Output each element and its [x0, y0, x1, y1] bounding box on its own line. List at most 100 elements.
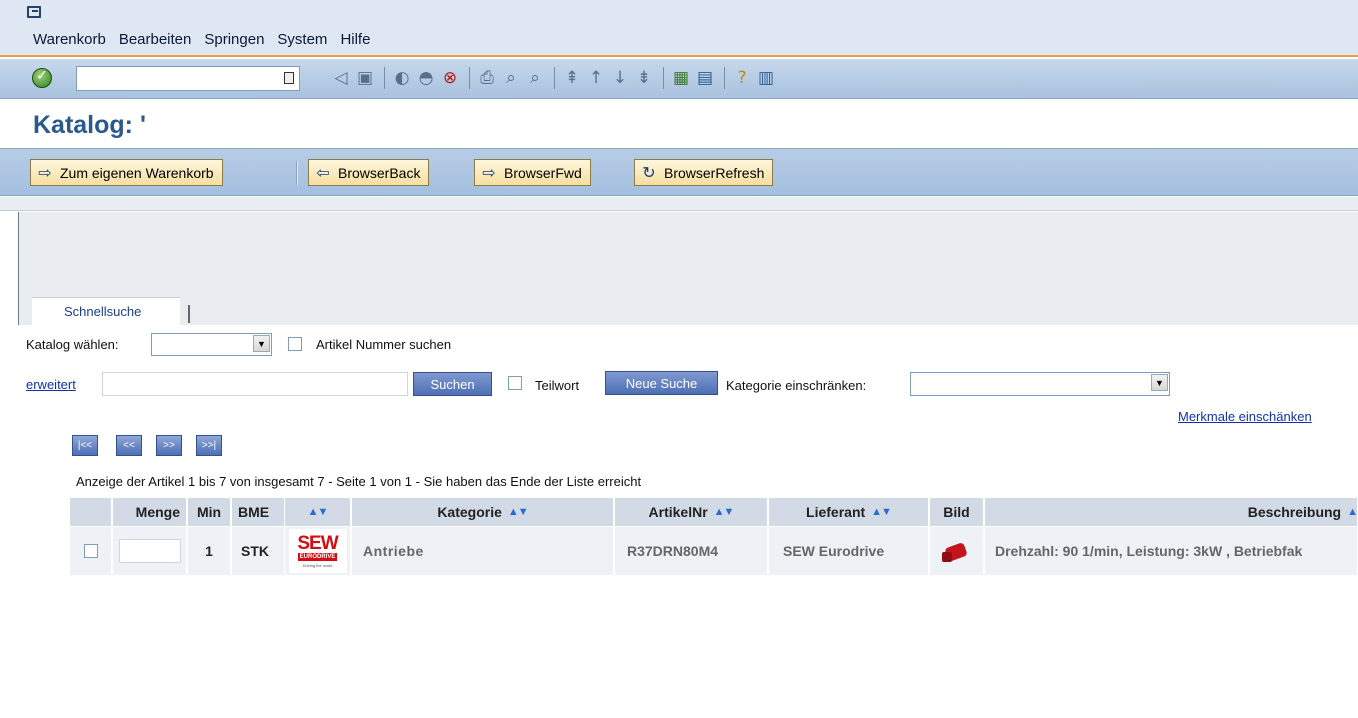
next-page-button[interactable]: >> [156, 435, 182, 456]
catalog-select-label: Katalog wählen: [26, 337, 119, 352]
category-select[interactable]: ▼ [910, 372, 1170, 396]
extended-search-link[interactable]: erweitert [26, 377, 76, 392]
logo-cell: SEW EURODRIVE Driving the world [285, 527, 351, 575]
collapse-arrow-icon[interactable]: ◁ [330, 67, 352, 89]
catalog-select[interactable]: ▼ [151, 333, 272, 356]
new-session-icon[interactable]: ▦ [670, 67, 692, 89]
application-toolbar: ⇨ Zum eigenen Warenkorb ⇦ BrowserBack ⇨ … [0, 148, 1358, 196]
header-beschreibung-label: Beschreibung [1247, 504, 1342, 520]
tab-quick-search-label: Schnellsuche [64, 304, 142, 319]
menu-items: Warenkorb Bearbeiten Springen System Hil… [33, 31, 383, 48]
back-icon[interactable]: ◐ [391, 67, 413, 89]
gear-motor-image[interactable] [941, 538, 972, 564]
header-beschreibung[interactable]: Beschreibung ▲ [985, 498, 1358, 526]
sort-arrows-icon[interactable]: ▲▼ [308, 506, 329, 518]
header-artikelnr-label: ArtikelNr [648, 504, 708, 520]
help-icon[interactable]: ? [731, 67, 753, 89]
header-bme[interactable]: BME [232, 498, 285, 526]
kategorie-cell[interactable]: Antriebe [352, 527, 614, 575]
browser-forward-button[interactable]: ⇨ BrowserFwd [474, 159, 591, 186]
artikelnr-cell[interactable]: R37DRN80M4 [615, 527, 768, 575]
last-page-button[interactable]: >>| [196, 435, 222, 456]
previous-page-button[interactable]: << [116, 435, 142, 456]
beschreibung-cell: Drehzahl: 90 1/min, Leistung: 3kW , Betr… [985, 527, 1358, 575]
title-bar: Katalog: ' [0, 100, 1358, 147]
to-own-cart-label: Zum eigenen Warenkorb [60, 164, 214, 181]
header-menge[interactable]: Menge [113, 498, 187, 526]
header-lieferant[interactable]: Lieferant ▲▼ [769, 498, 929, 526]
find-next-icon[interactable]: ⌕ [524, 67, 546, 89]
quantity-input[interactable] [118, 539, 181, 563]
menu-bearbeiten[interactable]: Bearbeiten [119, 31, 192, 48]
standard-toolbar: ◁ ▣ ◐ ◓ ⊗ ⎙ ⌕ ⌕ ⇞ ↑ ↓ ⇟ ▦ ▤ ? ▥ [0, 59, 1358, 99]
menu-springen[interactable]: Springen [204, 31, 264, 48]
category-restrict-label: Kategorie einschränken: [726, 378, 867, 393]
bme-cell: STK [232, 527, 285, 575]
article-number-checkbox[interactable] [288, 337, 302, 351]
header-kategorie[interactable]: Kategorie ▲▼ [352, 498, 614, 526]
save-icon[interactable]: ▣ [354, 67, 376, 89]
restrict-features-link[interactable]: Merkmale einschänken [1178, 409, 1312, 424]
page-title: Katalog: ' [33, 111, 146, 139]
cart-transfer-icon: ⇨ [38, 163, 52, 182]
arrow-left-icon: ⇦ [316, 163, 330, 182]
last-page-icon[interactable]: ⇟ [633, 67, 655, 89]
logo-subtext: EURODRIVE [297, 552, 338, 561]
new-search-button[interactable]: Neue Suche [605, 371, 718, 395]
enter-check-icon[interactable] [32, 68, 52, 88]
header-artikelnr[interactable]: ArtikelNr ▲▼ [615, 498, 768, 526]
partial-word-label: Teilwort [535, 378, 580, 393]
partial-word-checkbox[interactable] [508, 376, 522, 390]
search-input[interactable] [102, 372, 408, 396]
menu-system[interactable]: System [277, 31, 327, 48]
header-min[interactable]: Min [188, 498, 231, 526]
shortcut-icon[interactable]: ▤ [694, 67, 716, 89]
dropdown-arrow-icon[interactable]: ▼ [1151, 374, 1168, 391]
to-own-cart-button[interactable]: ⇨ Zum eigenen Warenkorb [30, 159, 223, 186]
sew-eurodrive-logo: SEW EURODRIVE Driving the world [288, 529, 347, 573]
exit-icon[interactable]: ◓ [415, 67, 437, 89]
refresh-icon: ↻ [642, 163, 656, 182]
browser-refresh-label: BrowserRefresh [664, 164, 765, 181]
sort-arrows-icon[interactable]: ▲▼ [508, 506, 529, 518]
min-cell: 1 [188, 527, 231, 575]
previous-page-icon[interactable]: ↑ [585, 67, 607, 89]
first-page-button[interactable]: |<< [72, 435, 98, 456]
sort-arrows-icon[interactable]: ▲▼ [714, 506, 735, 518]
article-number-label: Artikel Nummer suchen [316, 337, 452, 352]
toolbar-separator [296, 161, 298, 185]
toolbar-separator [554, 67, 555, 89]
tab-divider [188, 305, 190, 323]
logo-text: SEW [297, 532, 338, 554]
sort-up-icon[interactable]: ▲ [1347, 506, 1358, 518]
command-history-icon[interactable] [284, 72, 294, 84]
search-button[interactable]: Suchen [413, 372, 492, 396]
arrow-right-icon: ⇨ [482, 163, 496, 182]
toolbar-separator [724, 67, 725, 89]
toolbar-separator [384, 67, 385, 89]
layout-menu-icon[interactable]: ▥ [755, 67, 777, 89]
menu-window-icon[interactable] [27, 6, 41, 18]
cancel-icon[interactable]: ⊗ [439, 67, 461, 89]
menu-hilfe[interactable]: Hilfe [340, 31, 370, 48]
dropdown-arrow-icon[interactable]: ▼ [253, 335, 270, 352]
lieferant-cell: SEW Eurodrive [769, 527, 929, 575]
browser-forward-label: BrowserFwd [504, 164, 582, 181]
logo-tagline: Driving the world [302, 562, 333, 568]
print-icon[interactable]: ⎙ [476, 67, 498, 89]
menu-warenkorb[interactable]: Warenkorb [33, 31, 106, 48]
row-checkbox[interactable] [83, 544, 98, 558]
command-field[interactable] [76, 66, 300, 91]
header-kategorie-label: Kategorie [437, 504, 502, 520]
browser-back-button[interactable]: ⇦ BrowserBack [308, 159, 430, 186]
toolbar-separator [663, 67, 664, 89]
bild-cell [930, 527, 984, 575]
browser-refresh-button[interactable]: ↻ BrowserRefresh [634, 159, 774, 186]
first-page-icon[interactable]: ⇞ [561, 67, 583, 89]
results-summary: Anzeige der Artikel 1 bis 7 von insgesam… [76, 474, 642, 489]
next-page-icon[interactable]: ↓ [609, 67, 631, 89]
find-icon[interactable]: ⌕ [500, 67, 522, 89]
tab-quick-search[interactable]: Schnellsuche [32, 297, 180, 325]
motor-gearbox [941, 552, 952, 562]
sort-arrows-icon[interactable]: ▲▼ [871, 506, 892, 518]
